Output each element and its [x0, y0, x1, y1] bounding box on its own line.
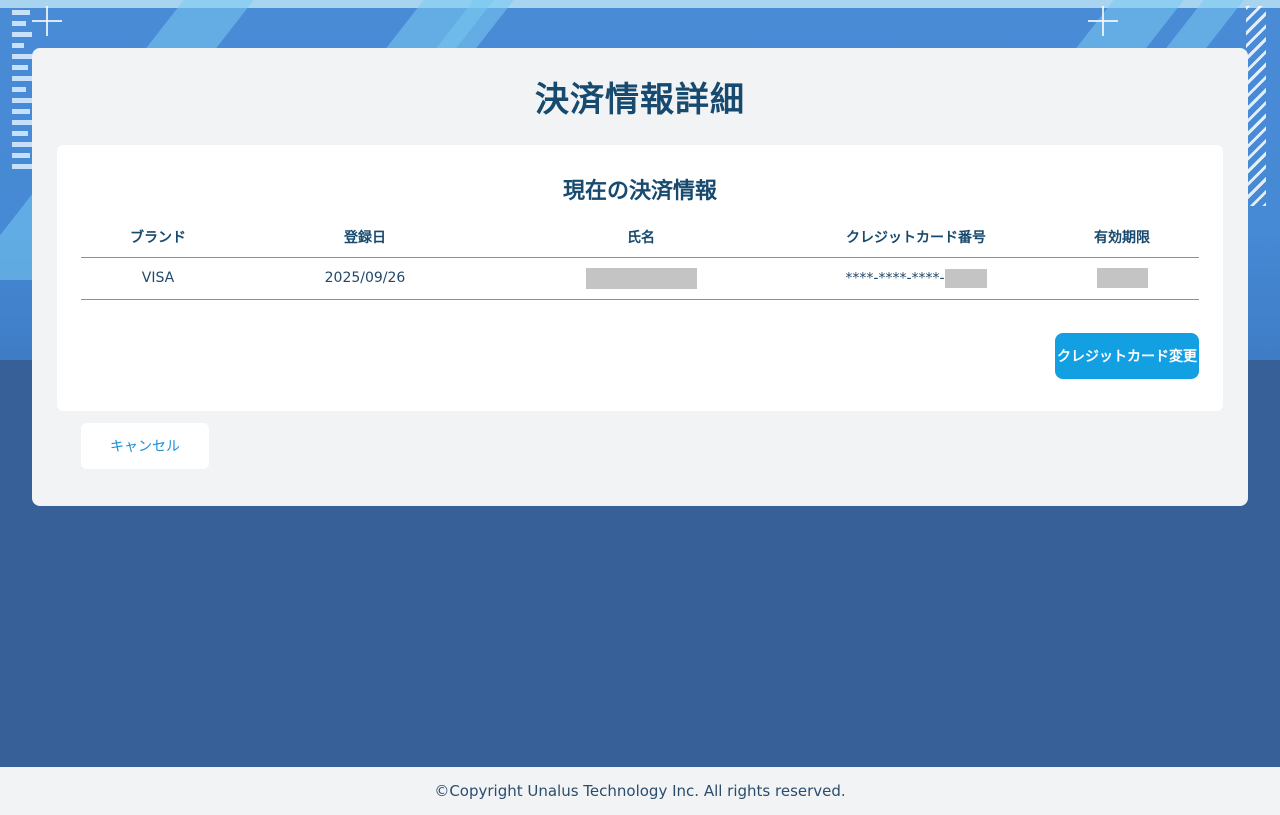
- column-header-registered-date: 登録日: [235, 217, 495, 258]
- page-title: 決済情報詳細: [535, 80, 745, 120]
- expiry-cell: [1045, 257, 1199, 300]
- brand-cell: VISA: [81, 257, 235, 300]
- panel-title: 現在の決済情報: [562, 179, 717, 204]
- footer: ©Copyright Unalus Technology Inc. All ri…: [0, 767, 1280, 815]
- plus-decoration-icon: [1088, 6, 1118, 36]
- name-cell: [495, 257, 787, 300]
- cancel-button[interactable]: キャンセル: [81, 423, 209, 469]
- redacted-name: [585, 267, 697, 289]
- payment-info-table: ブランド 登録日 氏名 クレジットカード番号 有効期限 VISA 2025/09…: [81, 217, 1199, 300]
- column-header-name: 氏名: [495, 217, 787, 258]
- card-number-cell: ****-****-****-: [787, 257, 1045, 300]
- redacted-expiry: [1096, 268, 1148, 288]
- change-credit-card-button[interactable]: クレジットカード変更: [1055, 333, 1199, 379]
- current-payment-panel: 現在の決済情報 ブランド 登録日 氏名 クレジットカード番号 有効期限 VISA…: [57, 145, 1223, 411]
- payment-detail-card: 決済情報詳細 現在の決済情報 ブランド 登録日 氏名 クレジットカード番号 有効…: [32, 48, 1248, 506]
- card-number-prefix: ****-****-****-: [845, 270, 945, 286]
- bars-decoration: [12, 10, 32, 175]
- hatch-decoration: [1246, 6, 1266, 206]
- table-header-row: ブランド 登録日 氏名 クレジットカード番号 有効期限: [81, 217, 1199, 258]
- registered-date-cell: 2025/09/26: [235, 257, 495, 300]
- redacted-card-last-digits: [944, 268, 987, 288]
- table-row: VISA 2025/09/26 ****-****-****-: [81, 257, 1199, 300]
- column-header-expiry: 有効期限: [1045, 217, 1199, 258]
- column-header-card-number: クレジットカード番号: [787, 217, 1045, 258]
- copyright-text: ©Copyright Unalus Technology Inc. All ri…: [434, 782, 846, 800]
- plus-decoration-icon: [32, 6, 62, 36]
- column-header-brand: ブランド: [81, 217, 235, 258]
